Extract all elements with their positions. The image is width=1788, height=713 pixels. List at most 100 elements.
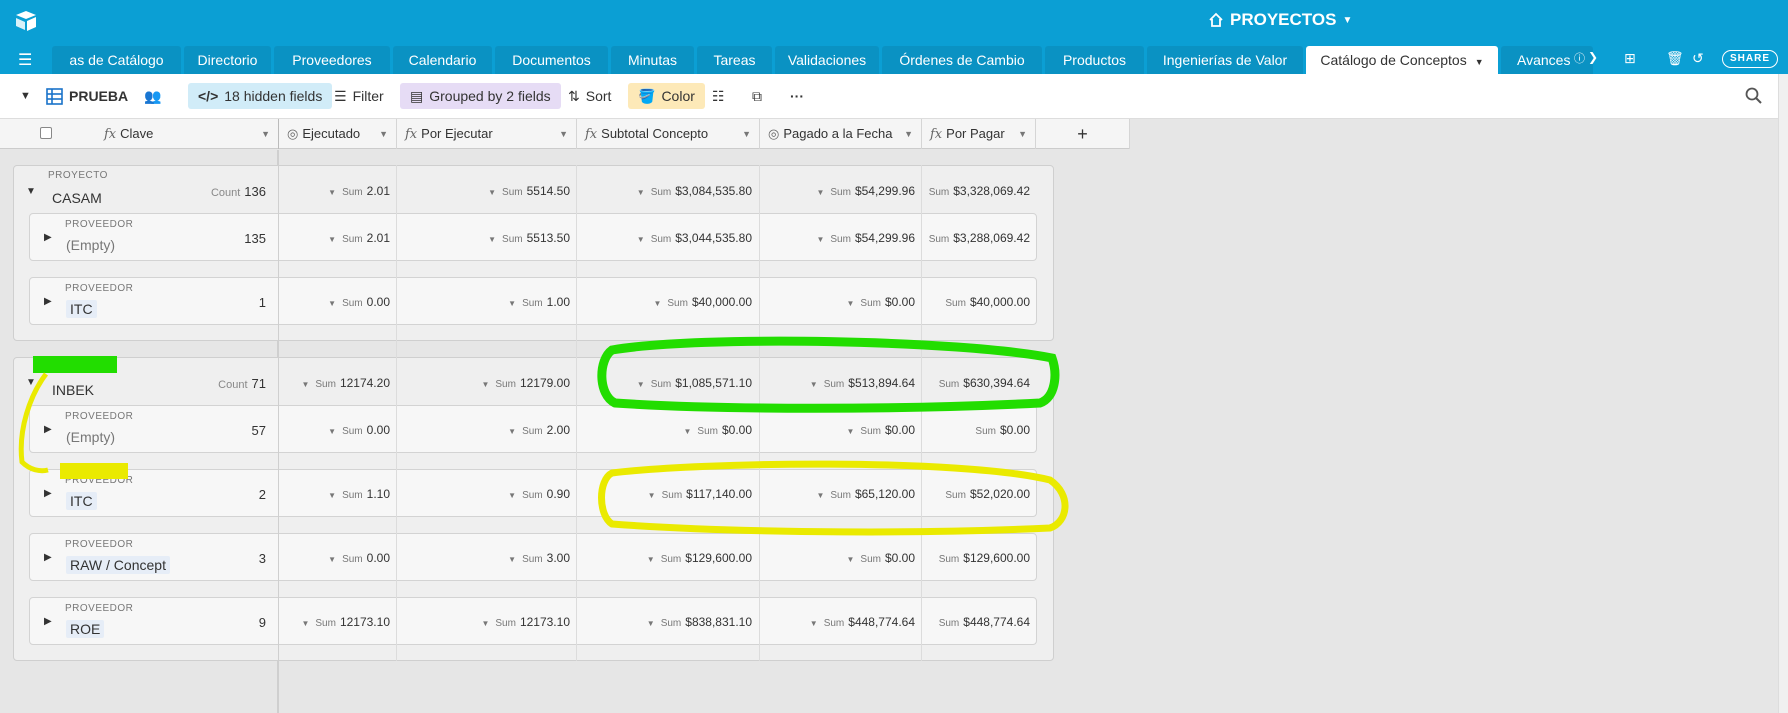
column-header-ejecutado[interactable]: ◎ Ejecutado ▼ bbox=[279, 119, 397, 149]
row-height-icon[interactable]: ☷ bbox=[712, 83, 725, 109]
tab-areas-de-catalogo[interactable]: as de Catálogo bbox=[52, 46, 181, 74]
chevron-down-icon[interactable]: ▼ bbox=[683, 427, 691, 436]
sum-cell[interactable]: ▼ Sum $0.00 bbox=[846, 551, 915, 565]
sum-cell[interactable]: Sum $129,600.00 bbox=[939, 551, 1030, 565]
chevron-down-icon[interactable]: ▼ bbox=[301, 380, 309, 389]
chevron-down-icon[interactable]: ▼ bbox=[508, 299, 516, 308]
chevron-down-icon[interactable]: ▼ bbox=[637, 235, 645, 244]
sum-cell[interactable]: ▼ Sum 3.00 bbox=[508, 551, 570, 565]
add-table-icon[interactable]: ⊞ bbox=[1624, 50, 1636, 67]
hamburger-menu-icon[interactable]: ☰ bbox=[18, 50, 32, 70]
sum-cell[interactable]: ▼ Sum 0.90 bbox=[508, 487, 570, 501]
vertical-scrollbar[interactable] bbox=[1778, 74, 1788, 713]
search-icon[interactable] bbox=[1744, 86, 1764, 106]
tab-catalogo-de-conceptos[interactable]: Catálogo de Conceptos ▼ bbox=[1306, 46, 1498, 74]
chevron-down-icon[interactable]: ▼ bbox=[637, 188, 645, 197]
sort-button[interactable]: ⇅ Sort bbox=[568, 83, 611, 109]
chevron-down-icon[interactable]: ▼ bbox=[508, 555, 516, 564]
chevron-down-icon[interactable]: ▼ bbox=[810, 380, 818, 389]
sum-cell[interactable]: ▼ Sum 12173.10 bbox=[301, 615, 390, 629]
chevron-down-icon[interactable]: ▼ bbox=[328, 188, 336, 197]
sum-cell[interactable]: ▼ Sum 0.00 bbox=[328, 295, 390, 309]
chevron-down-icon[interactable]: ▼ bbox=[1475, 57, 1484, 67]
sum-cell[interactable]: ▼ Sum $1,085,571.10 bbox=[637, 376, 752, 390]
sum-cell[interactable]: ▼ Sum $0.00 bbox=[683, 423, 752, 437]
tab-validaciones[interactable]: Validaciones bbox=[775, 46, 879, 74]
share-view-icon[interactable]: ⧉ bbox=[752, 83, 762, 109]
chevron-down-icon[interactable]: ▼ bbox=[559, 119, 568, 149]
chevron-down-icon[interactable]: ▼ bbox=[637, 380, 645, 389]
column-header-pagado-a-la-fecha[interactable]: ◎ Pagado a la Fecha ▼ bbox=[760, 119, 922, 149]
history-icon[interactable]: ↺ bbox=[1692, 50, 1704, 67]
chevron-down-icon[interactable]: ▼ bbox=[261, 119, 270, 149]
tab-proveedores[interactable]: Proveedores bbox=[274, 46, 390, 74]
chevron-down-icon[interactable]: ▼ bbox=[379, 119, 388, 149]
select-all-checkbox[interactable] bbox=[40, 127, 52, 139]
chevron-down-icon[interactable]: ▼ bbox=[816, 491, 824, 500]
sum-cell[interactable]: ▼ Sum $54,299.96 bbox=[816, 184, 915, 198]
sum-cell[interactable]: Sum $52,020.00 bbox=[945, 487, 1030, 501]
more-options-icon[interactable]: ··· bbox=[790, 83, 804, 109]
sum-cell[interactable]: ▼ Sum $448,774.64 bbox=[810, 615, 915, 629]
sum-cell[interactable]: ▼ Sum $129,600.00 bbox=[647, 551, 752, 565]
chevron-down-icon[interactable]: ▼ bbox=[647, 619, 655, 628]
sum-cell[interactable]: ▼ Sum 2.01 bbox=[328, 184, 390, 198]
sum-cell[interactable]: Sum $3,288,069.42 bbox=[929, 231, 1030, 245]
sum-cell[interactable]: ▼ Sum 12179.00 bbox=[481, 376, 570, 390]
chevron-down-icon[interactable]: ▼ bbox=[1018, 119, 1027, 149]
sum-cell[interactable]: Sum $448,774.64 bbox=[939, 615, 1030, 629]
chevron-down-icon[interactable]: ▼ bbox=[328, 491, 336, 500]
chevron-down-icon[interactable]: ▼ bbox=[816, 188, 824, 197]
sum-cell[interactable]: ▼ Sum 0.00 bbox=[328, 551, 390, 565]
expand-triangle-icon[interactable]: ▶ bbox=[44, 232, 52, 243]
column-header-por-pagar[interactable]: fx Por Pagar ▼ bbox=[922, 119, 1036, 149]
share-button[interactable]: SHARE bbox=[1722, 50, 1778, 68]
sum-cell[interactable]: ▼ Sum 12173.10 bbox=[481, 615, 570, 629]
chevron-down-icon[interactable]: ▼ bbox=[653, 299, 661, 308]
sum-cell[interactable]: ▼ Sum $3,084,535.80 bbox=[637, 184, 752, 198]
trash-icon[interactable]: 🗑 bbox=[1666, 50, 1684, 67]
chevron-down-icon[interactable]: ▼ bbox=[328, 555, 336, 564]
sum-cell[interactable]: ▼ Sum $40,000.00 bbox=[653, 295, 752, 309]
add-field-button[interactable]: + bbox=[1036, 119, 1130, 149]
chevron-down-icon[interactable]: ▼ bbox=[846, 427, 854, 436]
sum-cell[interactable]: ▼ Sum $3,044,535.80 bbox=[637, 231, 752, 245]
view-switcher[interactable]: PRUEBA 👥 bbox=[46, 83, 162, 109]
tab-tareas[interactable]: Tareas bbox=[697, 46, 772, 74]
collapse-triangle-icon[interactable]: ▼ bbox=[26, 377, 36, 388]
chevron-down-icon[interactable]: ▼ bbox=[301, 619, 309, 628]
tab-directorio[interactable]: Directorio bbox=[184, 46, 271, 74]
tab-ordenes-de-cambio[interactable]: Órdenes de Cambio bbox=[882, 46, 1042, 74]
sum-cell[interactable]: ▼ Sum 2.00 bbox=[508, 423, 570, 437]
chevron-down-icon[interactable]: ▼ bbox=[508, 427, 516, 436]
chevron-down-icon[interactable]: ▼ bbox=[816, 235, 824, 244]
expand-triangle-icon[interactable]: ▶ bbox=[44, 552, 52, 563]
chevron-down-icon[interactable]: ▼ bbox=[846, 555, 854, 564]
expand-triangle-icon[interactable]: ▶ bbox=[44, 424, 52, 435]
sum-cell[interactable]: Sum $40,000.00 bbox=[945, 295, 1030, 309]
filter-button[interactable]: ☰ Filter bbox=[334, 83, 384, 109]
tab-ingenierias-de-valor[interactable]: Ingenierías de Valor bbox=[1147, 46, 1303, 74]
sum-cell[interactable]: ▼ Sum $838,831.10 bbox=[647, 615, 752, 629]
sum-cell[interactable]: Sum $0.00 bbox=[975, 423, 1030, 437]
tab-calendario[interactable]: Calendario bbox=[393, 46, 492, 74]
sum-cell[interactable]: ▼ Sum $0.00 bbox=[846, 423, 915, 437]
sum-cell[interactable]: ▼ Sum $117,140.00 bbox=[648, 487, 752, 501]
sum-cell[interactable]: ▼ Sum $54,299.96 bbox=[816, 231, 915, 245]
view-switcher-chevron-icon[interactable]: ▼ bbox=[20, 83, 31, 109]
sum-cell[interactable]: Sum $3,328,069.42 bbox=[929, 184, 1030, 198]
chevron-down-icon[interactable]: ▼ bbox=[508, 491, 516, 500]
chevron-down-icon[interactable]: ▼ bbox=[481, 619, 489, 628]
sum-cell[interactable]: ▼ Sum 5514.50 bbox=[488, 184, 570, 198]
chevron-down-icon[interactable]: ▼ bbox=[647, 555, 655, 564]
chevron-down-icon[interactable]: ▼ bbox=[742, 119, 751, 149]
sum-cell[interactable]: ▼ Sum $0.00 bbox=[846, 295, 915, 309]
chevron-down-icon[interactable]: ▼ bbox=[328, 427, 336, 436]
sum-cell[interactable]: ▼ Sum 2.01 bbox=[328, 231, 390, 245]
chevron-down-icon[interactable]: ▼ bbox=[488, 235, 496, 244]
base-title[interactable]: PROYECTOS ▼ bbox=[1208, 10, 1352, 30]
sum-cell[interactable]: ▼ Sum $65,120.00 bbox=[816, 487, 915, 501]
chevron-right-icon[interactable]: ❯ bbox=[1588, 50, 1598, 64]
chevron-down-icon[interactable]: ▼ bbox=[904, 119, 913, 149]
color-button[interactable]: 🪣 Color bbox=[628, 83, 705, 109]
